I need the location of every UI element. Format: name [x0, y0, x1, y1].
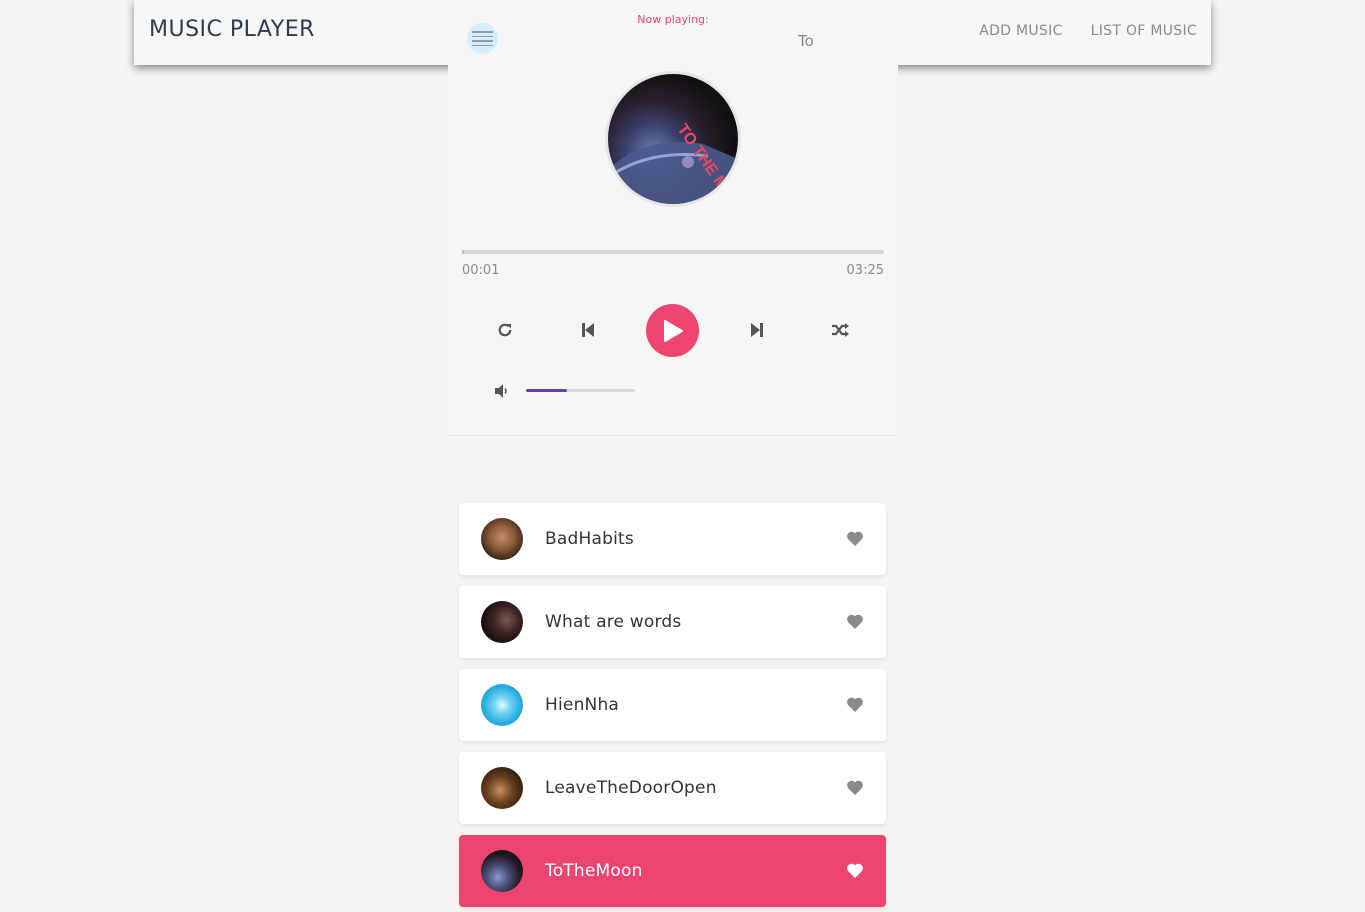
current-song-title: ToTheMoon — [798, 32, 814, 50]
repeat-icon — [498, 323, 512, 337]
heart-icon[interactable] — [846, 613, 864, 630]
next-button[interactable] — [744, 317, 770, 343]
menu-line — [472, 44, 493, 46]
previous-icon — [582, 323, 594, 337]
menu-line — [472, 35, 493, 37]
song-item[interactable]: What are words — [459, 586, 886, 658]
song-item[interactable]: BadHabits — [459, 503, 886, 575]
progress-bar[interactable] — [462, 250, 884, 254]
menu-button[interactable] — [467, 23, 498, 54]
menu-line — [472, 31, 493, 33]
brand-title: MUSIC PLAYER — [149, 17, 315, 42]
song-title: What are words — [545, 612, 682, 632]
song-thumbnail — [481, 601, 523, 643]
nav-links: ADD MUSIC LIST OF MUSIC — [979, 23, 1197, 39]
song-thumbnail — [481, 767, 523, 809]
nav-add-music-link[interactable]: ADD MUSIC — [979, 23, 1062, 39]
shuffle-icon — [832, 323, 849, 337]
play-button[interactable] — [646, 304, 699, 357]
nav-list-of-music-link[interactable]: LIST OF MUSIC — [1091, 23, 1197, 39]
shuffle-button[interactable] — [827, 317, 853, 343]
player-controls — [448, 303, 898, 357]
song-item-active[interactable]: ToTheMoon — [459, 835, 886, 907]
song-title: HienNha — [545, 695, 620, 715]
total-time: 03:25 — [846, 263, 884, 278]
heart-icon[interactable] — [846, 530, 864, 547]
album-art-image: TO THE MOON — [608, 121, 738, 204]
song-title: BadHabits — [545, 529, 634, 549]
song-item[interactable]: LeaveTheDoorOpen — [459, 752, 886, 824]
volume-icon[interactable] — [494, 383, 510, 399]
playlist: BadHabits What are words HienNha LeaveTh… — [459, 503, 886, 912]
heart-icon[interactable] — [846, 779, 864, 796]
song-thumbnail — [481, 850, 523, 892]
menu-line — [472, 40, 493, 42]
song-thumbnail — [481, 518, 523, 560]
album-cd: TO THE MOON — [605, 71, 741, 207]
current-time: 00:01 — [462, 263, 500, 278]
previous-button[interactable] — [575, 317, 601, 343]
song-item[interactable]: HienNha — [459, 669, 886, 741]
song-title: ToTheMoon — [545, 861, 643, 881]
next-icon — [751, 323, 763, 337]
progress-fill — [462, 250, 465, 254]
song-thumbnail — [481, 684, 523, 726]
volume-slider[interactable] — [526, 389, 635, 392]
volume-fill — [526, 389, 568, 392]
play-icon — [663, 319, 683, 342]
heart-icon[interactable] — [846, 862, 864, 879]
heart-icon[interactable] — [846, 696, 864, 713]
player-panel: Now playing: ToTheMoon TO THE MOON 00:01… — [448, 0, 898, 436]
song-title: LeaveTheDoorOpen — [545, 778, 717, 798]
now-playing-label: Now playing: — [637, 13, 709, 26]
repeat-button[interactable] — [492, 317, 518, 343]
